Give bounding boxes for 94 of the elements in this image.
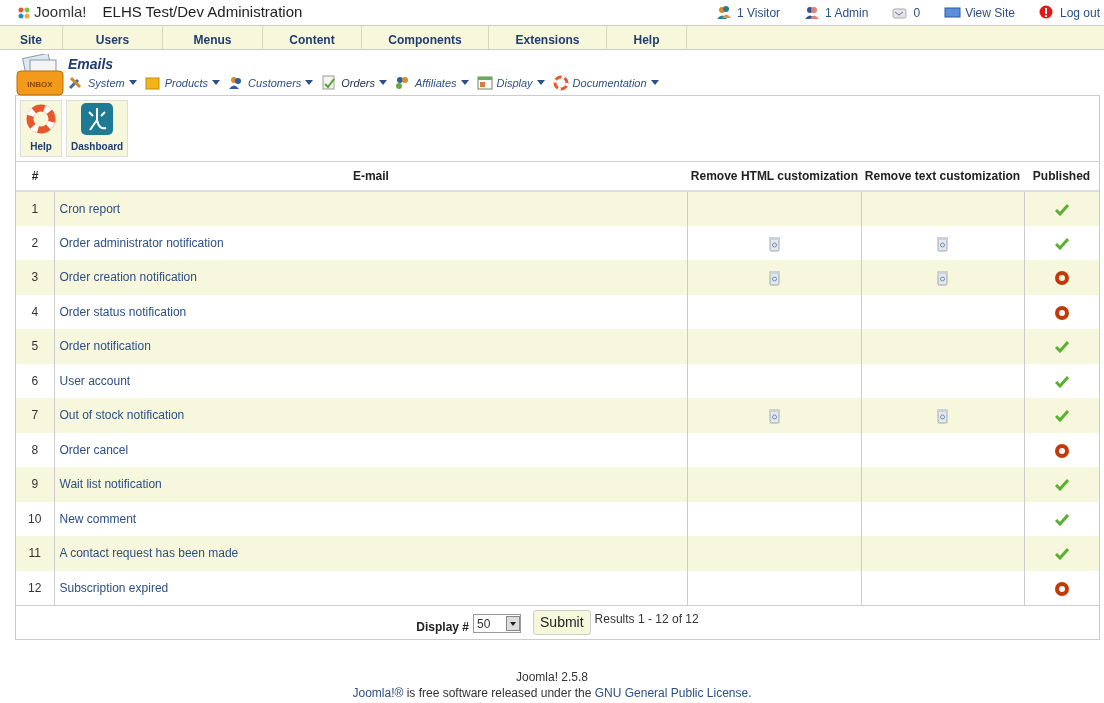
check-icon[interactable] xyxy=(1054,375,1069,388)
caret-icon xyxy=(305,80,314,87)
row-number: 1 xyxy=(16,191,54,226)
status-link[interactable]: 0 xyxy=(892,3,921,22)
users-icon xyxy=(715,5,733,20)
email-link[interactable]: A contact request has been made xyxy=(59,546,239,561)
trash-icon[interactable] xyxy=(768,270,780,287)
trash-icon[interactable] xyxy=(768,235,780,252)
check-icon[interactable] xyxy=(1054,237,1069,250)
menu-item[interactable]: Components xyxy=(362,26,489,49)
row-number: 2 xyxy=(16,225,54,260)
logo: Joomla! xyxy=(18,1,87,24)
submenu-item[interactable]: Orders xyxy=(321,75,387,92)
footer-link[interactable]: Joomla!® xyxy=(352,685,404,700)
screen-icon xyxy=(944,5,962,20)
menu-item[interactable]: Help xyxy=(607,26,687,49)
email-link[interactable]: User account xyxy=(59,373,131,388)
menu-item[interactable]: Content xyxy=(263,26,362,49)
row-number: 9 xyxy=(16,467,54,502)
trash-icon[interactable] xyxy=(937,235,948,252)
checklist-icon xyxy=(321,75,338,92)
dashboard-icon xyxy=(81,103,114,135)
unpublished-icon[interactable] xyxy=(1054,443,1069,458)
users-icon xyxy=(804,5,822,20)
site-title: ELHS Test/Dev Administration xyxy=(102,2,303,23)
trash-icon[interactable] xyxy=(937,408,948,425)
email-link[interactable]: New comment xyxy=(59,511,137,526)
submenu-item[interactable]: Affiliates xyxy=(394,75,469,92)
window-icon xyxy=(476,75,493,92)
menu-item[interactable]: Users xyxy=(63,26,163,49)
submenu-item[interactable]: Documentation xyxy=(552,75,659,92)
display-label: Display # xyxy=(416,619,470,636)
row-number: 12 xyxy=(16,570,54,605)
unpublished-icon[interactable] xyxy=(1054,271,1069,286)
email-link[interactable]: Cron report xyxy=(59,201,121,216)
tools-icon xyxy=(68,75,84,92)
submenu-item[interactable]: Products xyxy=(144,75,221,92)
row-number: 10 xyxy=(16,501,54,536)
caret-icon xyxy=(378,80,387,87)
license-text: Joomla!® is free software released under the GNU General Public License. xyxy=(351,685,753,702)
check-icon[interactable] xyxy=(1054,341,1069,354)
caret-icon xyxy=(536,80,545,87)
row-number: 8 xyxy=(16,432,54,467)
results-text: Results 1 - 12 of 12 xyxy=(594,611,699,628)
submenu-item[interactable]: System xyxy=(68,75,137,92)
submenu-item[interactable]: Display xyxy=(476,75,545,92)
caret-icon xyxy=(128,80,137,87)
row-number: 7 xyxy=(16,398,54,433)
caret-icon xyxy=(506,616,521,631)
email-link[interactable]: Order administrator notification xyxy=(59,235,224,250)
email-link[interactable]: Out of stock notification xyxy=(59,408,185,423)
check-icon[interactable] xyxy=(1054,410,1069,423)
people-icon xyxy=(394,75,411,92)
check-icon[interactable] xyxy=(1054,513,1069,526)
version-text: Joomla! 2.5.8 xyxy=(514,670,589,686)
row-number: 4 xyxy=(16,294,54,329)
lifebuoy-icon xyxy=(25,103,57,135)
menu-item[interactable]: Menus xyxy=(163,26,263,49)
status-link[interactable]: View Site xyxy=(944,3,1015,22)
email-link[interactable]: Order cancel xyxy=(59,442,129,457)
email-link[interactable]: Order status notification xyxy=(59,304,187,319)
caret-icon xyxy=(460,80,469,87)
email-link[interactable]: Subscription expired xyxy=(59,580,169,595)
status-link[interactable]: 1 Admin xyxy=(804,3,869,22)
toolbar-button[interactable]: Help xyxy=(20,100,62,157)
trash-icon[interactable] xyxy=(937,270,948,287)
row-number: 3 xyxy=(16,260,54,295)
menu-item[interactable]: Site xyxy=(0,26,63,49)
row-number: 5 xyxy=(16,329,54,364)
row-number: 6 xyxy=(16,363,54,398)
check-icon[interactable] xyxy=(1054,548,1069,561)
caret-icon xyxy=(650,80,659,87)
box-icon xyxy=(144,75,161,92)
email-link[interactable]: Wait list notification xyxy=(59,477,162,492)
check-icon[interactable] xyxy=(1054,479,1069,492)
trash-icon[interactable] xyxy=(768,408,780,425)
unpublished-icon[interactable] xyxy=(1054,305,1069,320)
unpublished-icon[interactable] xyxy=(1054,581,1069,596)
status-link[interactable]: Log out xyxy=(1038,3,1100,22)
menu-item[interactable]: Extensions xyxy=(489,26,607,49)
email-link[interactable]: Order notification xyxy=(59,339,151,354)
row-number: 11 xyxy=(16,536,54,571)
status-link[interactable]: 1 Visitor xyxy=(715,3,781,22)
email-link[interactable]: Order creation notification xyxy=(59,270,197,285)
lifebuoy-icon xyxy=(552,75,569,92)
toolbar-button[interactable]: Dashboard xyxy=(66,100,129,157)
caret-icon xyxy=(212,80,221,87)
envelope-icon xyxy=(892,5,910,20)
submit-button[interactable]: Submit xyxy=(533,610,591,635)
component-title: Emails xyxy=(68,55,115,74)
submenu-item[interactable]: Customers xyxy=(228,75,314,92)
check-icon[interactable] xyxy=(1054,203,1069,216)
joomla-logo-icon xyxy=(18,6,30,19)
display-select[interactable]: 50 xyxy=(473,614,522,633)
